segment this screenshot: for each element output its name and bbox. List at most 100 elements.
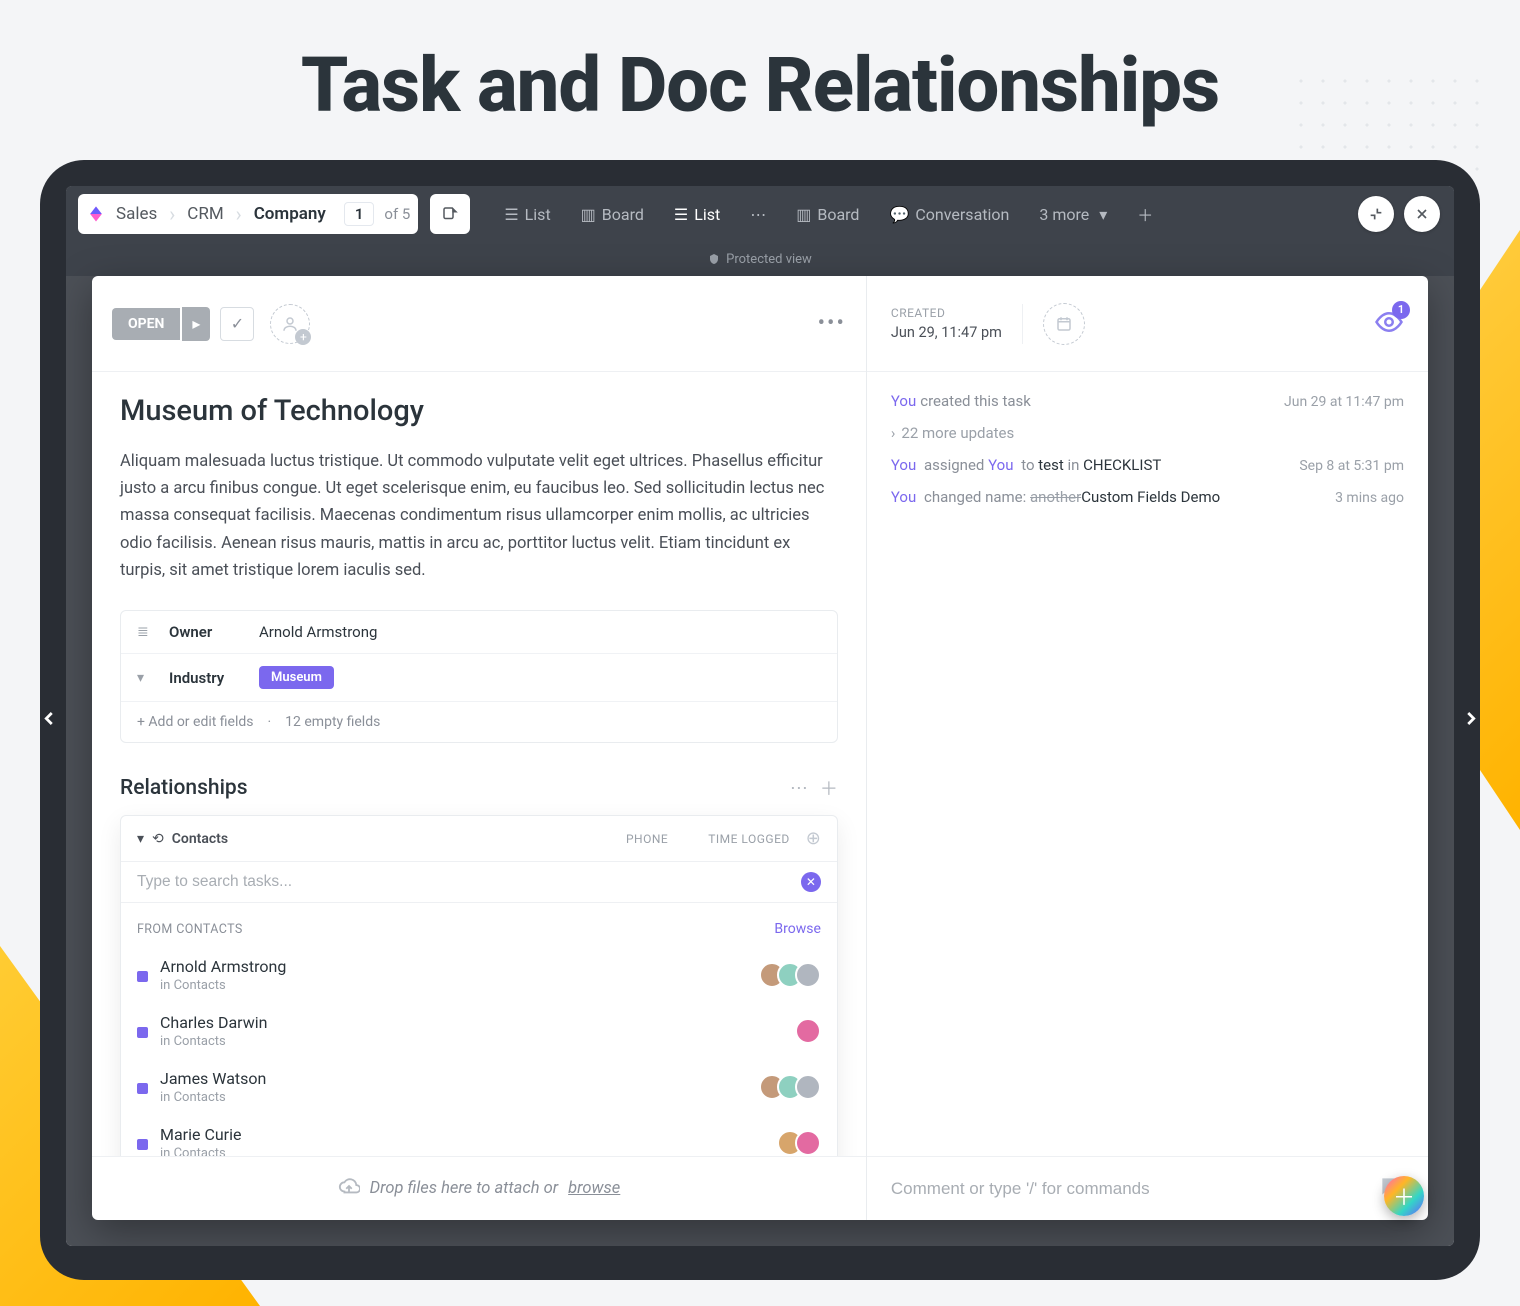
add-column-icon[interactable]: ⊕ bbox=[806, 828, 821, 849]
relationship-search-input[interactable] bbox=[137, 873, 801, 891]
task-more-menu[interactable]: ••• bbox=[818, 311, 846, 336]
next-task-chevron[interactable] bbox=[1460, 704, 1482, 737]
task-title[interactable]: Museum of Technology bbox=[120, 394, 838, 428]
avatar bbox=[795, 1018, 821, 1044]
contact-location: in Contacts bbox=[160, 1034, 267, 1049]
contact-result-row[interactable]: James Watsonin Contacts bbox=[121, 1059, 837, 1115]
chevron-right-icon: › bbox=[891, 424, 896, 442]
view-tab-board-2[interactable]: ▥Board bbox=[784, 196, 871, 232]
status-square-icon bbox=[137, 971, 148, 982]
task-description[interactable]: Aliquam malesuada luctus tristique. Ut c… bbox=[120, 448, 838, 584]
contact-location: in Contacts bbox=[160, 1146, 241, 1156]
watchers-button[interactable]: 1 bbox=[1374, 307, 1404, 341]
contact-result-row[interactable]: Charles Darwin in Contacts bbox=[121, 1003, 837, 1059]
record-total: of 5 bbox=[384, 205, 410, 223]
open-in-new-icon[interactable] bbox=[430, 194, 470, 234]
activity-time: Jun 29 at 11:47 pm bbox=[1268, 394, 1404, 410]
relationships-more-icon[interactable]: ⋯ bbox=[790, 778, 808, 799]
add-edit-fields-link[interactable]: + Add or edit fields bbox=[137, 714, 254, 730]
dropzone-browse-link[interactable]: browse bbox=[568, 1179, 620, 1198]
set-due-date-button[interactable] bbox=[1043, 303, 1085, 345]
quick-create-fab[interactable]: ＋ bbox=[1384, 1176, 1424, 1216]
status-next-button[interactable]: ▸ bbox=[182, 307, 210, 341]
cloud-upload-icon bbox=[338, 1175, 360, 1202]
view-tab-list-active[interactable]: ☰List bbox=[662, 196, 732, 232]
attachments-dropzone[interactable]: Drop files here to attach or browse bbox=[92, 1156, 866, 1220]
breadcrumb[interactable]: Sales › CRM › Company 1 of 5 bbox=[78, 194, 418, 234]
breadcrumb-item[interactable]: CRM bbox=[181, 204, 229, 224]
activity-feed: You created this task Jun 29 at 11:47 pm… bbox=[867, 372, 1428, 1156]
record-index: 1 bbox=[344, 202, 375, 226]
top-bar: Sales › CRM › Company 1 of 5 ☰List ▥Boar… bbox=[66, 186, 1454, 242]
field-row-industry[interactable]: ▾ Industry Museum bbox=[121, 654, 837, 702]
avatar bbox=[795, 962, 821, 988]
activity-item: You changed name: anotherCustom Fields D… bbox=[891, 488, 1404, 506]
relationships-add-icon[interactable]: ＋ bbox=[820, 775, 838, 801]
view-tab-conversation[interactable]: 💬Conversation bbox=[877, 196, 1021, 232]
from-contacts-label: FROM CONTACTS bbox=[137, 922, 243, 937]
relationships-card: ▾ ⟲ Contacts PHONE TIME LOGGED ⊕ ✕ bbox=[120, 815, 838, 1156]
task-meta-row: CREATED Jun 29, 11:47 pm 1 bbox=[867, 276, 1428, 372]
status-square-icon bbox=[137, 1083, 148, 1094]
expand-updates-link[interactable]: › 22 more updates bbox=[891, 424, 1404, 442]
field-value-tag[interactable]: Museum bbox=[259, 666, 334, 689]
clear-search-icon[interactable]: ✕ bbox=[801, 872, 821, 892]
created-value: Jun 29, 11:47 pm bbox=[891, 324, 1002, 341]
column-phone: PHONE bbox=[626, 832, 668, 846]
chevron-right-icon: › bbox=[167, 202, 177, 226]
fields-separator: · bbox=[268, 714, 272, 730]
dropzone-text: Drop files here to attach or bbox=[370, 1179, 559, 1198]
breadcrumb-item-current[interactable]: Company bbox=[248, 204, 332, 224]
contact-avatars bbox=[795, 1018, 821, 1044]
comment-input[interactable] bbox=[891, 1179, 1364, 1199]
field-label: Owner bbox=[169, 623, 259, 641]
contact-name: Charles Darwin bbox=[160, 1013, 267, 1032]
field-row-owner[interactable]: ≣ Owner Arnold Armstrong bbox=[121, 611, 837, 654]
column-time-logged: TIME LOGGED bbox=[708, 832, 790, 846]
status-button[interactable]: OPEN bbox=[112, 308, 180, 340]
watchers-count: 1 bbox=[1392, 301, 1410, 319]
minimize-button[interactable] bbox=[1358, 196, 1394, 232]
contact-result-row[interactable]: Arnold Armstrong in Contacts bbox=[121, 947, 837, 1003]
activity-time: Sep 8 at 5:31 pm bbox=[1283, 458, 1404, 474]
chevron-right-icon: › bbox=[234, 202, 244, 226]
custom-fields-card: ≣ Owner Arnold Armstrong ▾ Industry Muse… bbox=[120, 610, 838, 743]
comment-bar bbox=[867, 1156, 1428, 1220]
task-modal: OPEN ▸ ✓ ••• Museum of Technology Aliqua… bbox=[92, 276, 1428, 1220]
task-toolbar: OPEN ▸ ✓ ••• bbox=[92, 276, 866, 372]
contact-avatars bbox=[777, 1130, 821, 1156]
contact-name: Marie Curie bbox=[160, 1125, 241, 1144]
activity-item: You created this task Jun 29 at 11:47 pm bbox=[891, 392, 1404, 410]
close-button[interactable] bbox=[1404, 196, 1440, 232]
view-tab-more-icon[interactable]: ⋯ bbox=[738, 196, 778, 232]
view-tab-list[interactable]: ☰List bbox=[492, 196, 562, 232]
status-square-icon bbox=[137, 1027, 148, 1038]
field-value[interactable]: Arnold Armstrong bbox=[259, 623, 377, 641]
contact-result-row[interactable]: Marie Curie in Contacts bbox=[121, 1115, 837, 1156]
breadcrumb-item[interactable]: Sales bbox=[110, 204, 163, 224]
device-frame: Sales › CRM › Company 1 of 5 ☰List ▥Boar… bbox=[40, 160, 1480, 1280]
view-tab-board[interactable]: ▥Board bbox=[569, 196, 656, 232]
empty-fields-count[interactable]: 12 empty fields bbox=[285, 714, 380, 730]
relationships-heading: Relationships bbox=[120, 776, 248, 800]
activity-item: You assigned You to test in CHECKLIST Se… bbox=[891, 456, 1404, 474]
view-tabs: ☰List ▥Board ☰List ⋯ ▥Board 💬Conversatio… bbox=[492, 196, 1165, 232]
add-view-button[interactable]: ＋ bbox=[1125, 196, 1165, 232]
browse-link[interactable]: Browse bbox=[774, 921, 820, 937]
collapse-icon[interactable]: ▾ bbox=[137, 831, 144, 847]
add-assignee-button[interactable] bbox=[270, 304, 310, 344]
text-field-icon: ≣ bbox=[137, 624, 159, 640]
view-tab-more-count[interactable]: 3 more▾ bbox=[1027, 196, 1119, 232]
avatar bbox=[795, 1074, 821, 1100]
contact-avatars bbox=[759, 962, 821, 988]
contact-avatars bbox=[759, 1074, 821, 1100]
app-logo-icon bbox=[86, 204, 106, 224]
mark-complete-button[interactable]: ✓ bbox=[220, 307, 254, 341]
relationship-list-name[interactable]: Contacts bbox=[172, 831, 228, 847]
prev-task-chevron[interactable] bbox=[38, 704, 60, 737]
contact-name: Arnold Armstrong bbox=[160, 957, 286, 976]
protected-view-banner: Protected view bbox=[66, 242, 1454, 276]
page-heading: Task and Doc Relationships bbox=[0, 0, 1520, 160]
contact-location: in Contacts bbox=[160, 978, 286, 993]
status-square-icon bbox=[137, 1139, 148, 1150]
